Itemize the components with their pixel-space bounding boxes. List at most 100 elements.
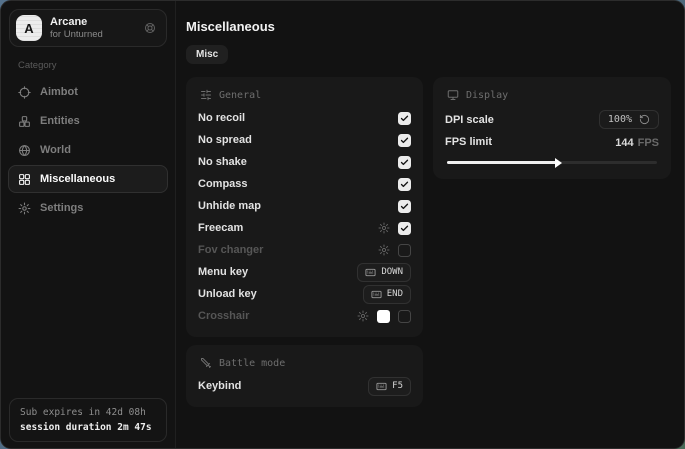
crosshair-icon: [18, 86, 31, 99]
dpi-scale-label: DPI scale: [445, 114, 494, 126]
row-controls: [357, 310, 411, 323]
keyboard-icon: [371, 289, 382, 300]
desktop-backdrop: A Arcane for Unturned Category Aimbot Ent…: [0, 0, 685, 449]
gear-icon[interactable]: [357, 310, 369, 322]
row-controls: [398, 200, 411, 213]
keybind-badge[interactable]: F5: [368, 377, 411, 396]
setting-row-menu-key: Menu key DOWN: [198, 261, 411, 283]
category-label: Category: [18, 60, 175, 71]
app-logo: A: [16, 15, 42, 41]
sidebar-item-miscellaneous[interactable]: Miscellaneous: [8, 165, 168, 193]
setting-label: Fov changer: [198, 244, 263, 256]
display-panel-title: Display: [466, 90, 508, 101]
monitor-icon: [447, 89, 459, 101]
battle-mode-panel-header: Battle mode: [198, 354, 411, 375]
setting-label: Unhide map: [198, 200, 261, 212]
sidebar: A Arcane for Unturned Category Aimbot Ent…: [1, 1, 176, 448]
support-icon[interactable]: [144, 22, 156, 34]
setting-label: Keybind: [198, 380, 241, 392]
setting-row-no-shake: No shake: [198, 151, 411, 173]
brand-text: Arcane for Unturned: [50, 16, 103, 40]
app-name: Arcane: [50, 16, 103, 28]
subscription-card: Sub expires in 42d 08h session duration …: [9, 398, 167, 442]
row-controls: [398, 112, 411, 125]
sidebar-item-world[interactable]: World: [8, 136, 168, 164]
dpi-scale-control[interactable]: 100%: [599, 110, 659, 129]
sidebar-item-label: Entities: [40, 115, 80, 127]
keybind-badge[interactable]: DOWN: [357, 263, 411, 282]
keybind-value: DOWN: [381, 267, 403, 277]
setting-row-no-recoil: No recoil: [198, 107, 411, 129]
gear-icon[interactable]: [378, 222, 390, 234]
fps-limit-label: FPS limit: [445, 136, 492, 148]
setting-label: Unload key: [198, 288, 257, 300]
row-controls: [378, 222, 411, 235]
setting-label: No shake: [198, 156, 247, 168]
display-panel-header: Display: [445, 86, 659, 107]
keybind-badge[interactable]: END: [363, 285, 411, 304]
sliders-icon: [200, 89, 212, 101]
dpi-scale-row: DPI scale 100%: [445, 107, 659, 132]
setting-label: Compass: [198, 178, 248, 190]
category-nav: Aimbot Entities World Miscellaneous Settings: [1, 78, 175, 222]
right-column: Display DPI scale 100% FPS limit: [433, 77, 671, 179]
sidebar-item-label: Miscellaneous: [40, 173, 115, 185]
page-title: Miscellaneous: [186, 19, 671, 34]
tab-misc[interactable]: Misc: [186, 45, 228, 64]
sidebar-item-entities[interactable]: Entities: [8, 107, 168, 135]
grid-icon: [18, 173, 31, 186]
setting-label: Menu key: [198, 266, 248, 278]
app-subtitle: for Unturned: [50, 29, 103, 40]
fps-slider[interactable]: [447, 157, 657, 167]
sidebar-item-aimbot[interactable]: Aimbot: [8, 78, 168, 106]
keyboard-icon: [365, 267, 376, 278]
checkbox-checked[interactable]: [398, 112, 411, 125]
checkbox-checked[interactable]: [398, 134, 411, 147]
row-controls: [398, 134, 411, 147]
row-controls: F5: [368, 377, 411, 396]
entities-icon: [18, 115, 31, 128]
checkbox-checked[interactable]: [398, 222, 411, 235]
setting-row-compass: Compass: [198, 173, 411, 195]
panel-columns: General No recoil No spread No shake Compas…: [186, 77, 671, 407]
checkbox-unchecked[interactable]: [398, 310, 411, 323]
general-panel: General No recoil No spread No shake Compas…: [186, 77, 423, 337]
setting-row-no-spread: No spread: [198, 129, 411, 151]
battle-mode-panel: Battle mode Keybind F5: [186, 345, 423, 407]
session-duration-text: session duration 2m 47s: [20, 422, 156, 433]
fps-unit: FPS: [638, 137, 659, 149]
sidebar-item-label: World: [40, 144, 71, 156]
slider-thumb[interactable]: [555, 158, 562, 168]
color-swatch[interactable]: [377, 310, 390, 323]
gear-icon[interactable]: [378, 244, 390, 256]
setting-label: No spread: [198, 134, 252, 146]
main-content: Miscellaneous Misc General No recoil No s…: [176, 1, 685, 448]
fps-limit-row: FPS limit 144FPS: [445, 132, 659, 152]
setting-row-unload-key: Unload key END: [198, 283, 411, 305]
row-controls: [398, 156, 411, 169]
keybind-value: F5: [392, 381, 403, 391]
general-panel-title: General: [219, 90, 261, 101]
setting-row-freecam: Freecam: [198, 217, 411, 239]
setting-row-crosshair: Crosshair: [198, 305, 411, 327]
row-controls: END: [363, 285, 411, 304]
setting-row-fov-changer: Fov changer: [198, 239, 411, 261]
row-controls: [378, 244, 411, 257]
row-controls: DOWN: [357, 263, 411, 282]
sidebar-item-label: Settings: [40, 202, 83, 214]
battle-mode-rows: Keybind F5: [198, 375, 411, 397]
setting-label: No recoil: [198, 112, 245, 124]
checkbox-checked[interactable]: [398, 178, 411, 191]
keyboard-icon: [376, 381, 387, 392]
general-panel-header: General: [198, 86, 411, 107]
checkbox-checked[interactable]: [398, 200, 411, 213]
sidebar-item-settings[interactable]: Settings: [8, 194, 168, 222]
slider-fill: [447, 161, 558, 164]
checkbox-checked[interactable]: [398, 156, 411, 169]
brand-card[interactable]: A Arcane for Unturned: [9, 9, 167, 47]
keybind-value: END: [387, 289, 403, 299]
display-panel: Display DPI scale 100% FPS limit: [433, 77, 671, 179]
checkbox-unchecked[interactable]: [398, 244, 411, 257]
reset-icon[interactable]: [639, 114, 650, 125]
setting-label: Crosshair: [198, 310, 249, 322]
